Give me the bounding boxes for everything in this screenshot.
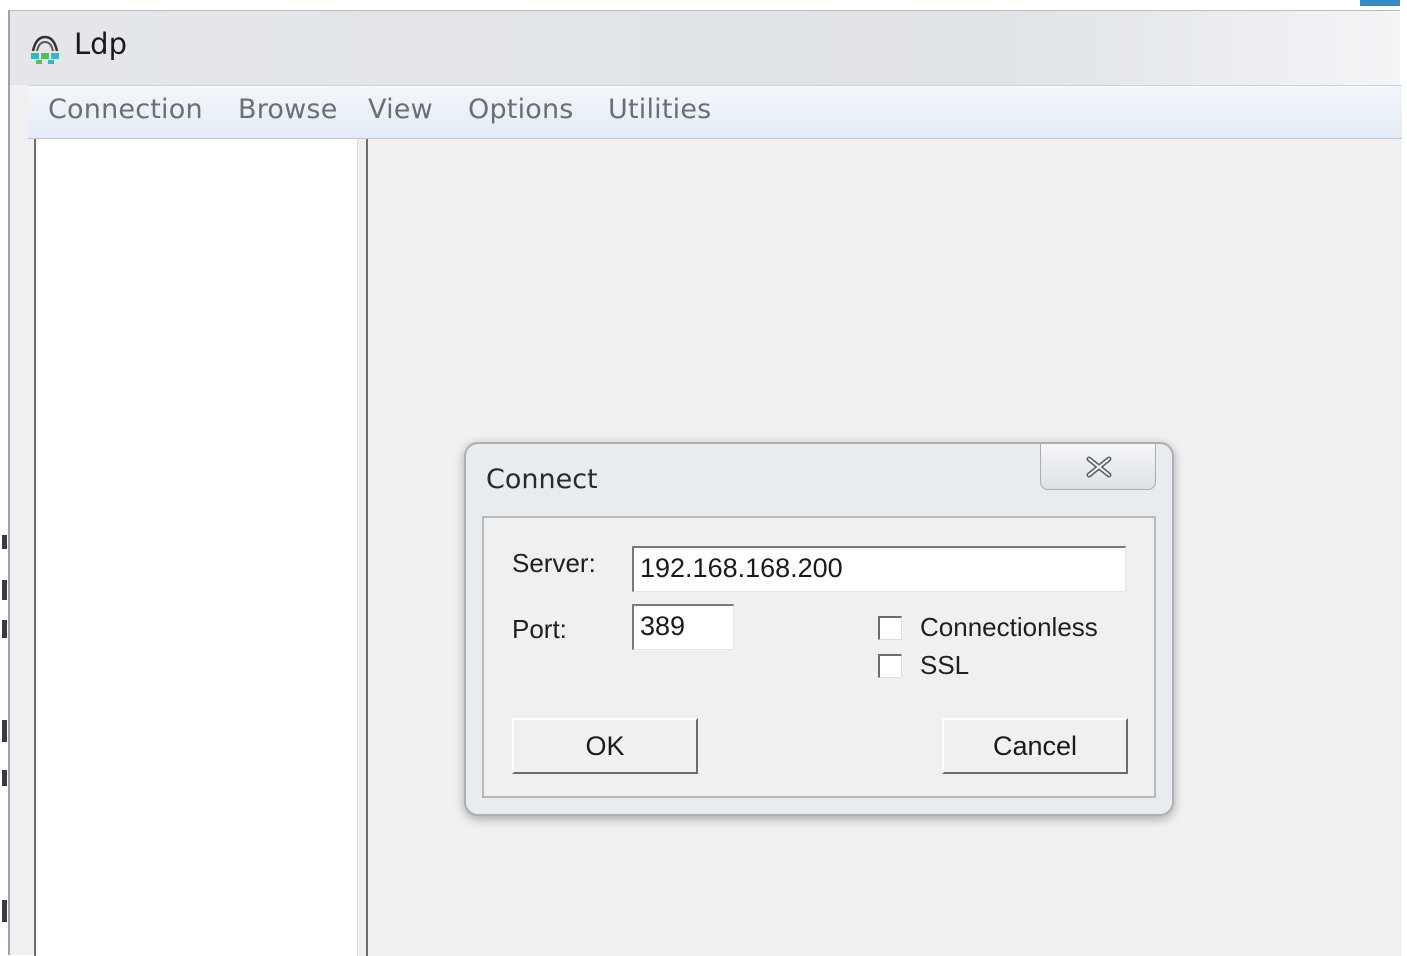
cancel-button[interactable]: Cancel bbox=[942, 718, 1128, 774]
menu-view[interactable]: View bbox=[368, 94, 433, 125]
dialog-close-button[interactable] bbox=[1040, 444, 1156, 490]
server-label: Server: bbox=[512, 548, 596, 578]
port-label: Port: bbox=[512, 614, 567, 644]
menu-options[interactable]: Options bbox=[468, 94, 574, 125]
ok-button[interactable]: OK bbox=[512, 718, 698, 774]
server-input[interactable]: 192.168.168.200 bbox=[632, 546, 1126, 592]
port-input[interactable]: 389 bbox=[632, 604, 734, 650]
accent-strip bbox=[1360, 0, 1400, 6]
screen: Ldp Connection Browse View Options Utili… bbox=[0, 0, 1407, 956]
dialog-body: Server: 192.168.168.200 Port: 389 Connec… bbox=[482, 516, 1156, 798]
menu-browse[interactable]: Browse bbox=[238, 94, 338, 125]
connect-dialog: Connect Server: 192.168.168.200 Port: 38… bbox=[464, 442, 1174, 816]
menu-utilities[interactable]: Utilities bbox=[608, 94, 711, 125]
close-icon bbox=[1086, 456, 1112, 478]
ssl-checkbox[interactable] bbox=[878, 654, 902, 678]
tree-pane[interactable] bbox=[34, 139, 358, 956]
ldp-app-icon bbox=[31, 35, 59, 64]
pane-splitter[interactable] bbox=[358, 139, 366, 956]
ssl-label: SSL bbox=[920, 650, 970, 680]
window-title: Ldp bbox=[74, 27, 127, 61]
menu-connection[interactable]: Connection bbox=[48, 94, 203, 125]
edge-marks bbox=[0, 140, 8, 955]
menu-bar: Connection Browse View Options Utilities bbox=[28, 85, 1402, 139]
connectionless-label: Connectionless bbox=[920, 612, 1098, 642]
connectionless-checkbox[interactable] bbox=[878, 616, 902, 640]
dialog-title: Connect bbox=[486, 464, 598, 495]
title-bar[interactable]: Ldp bbox=[10, 11, 1400, 85]
